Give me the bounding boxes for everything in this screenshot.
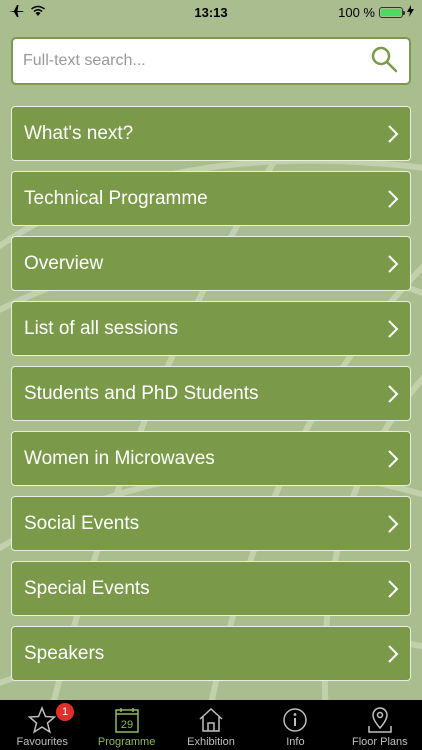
charging-bolt-icon (407, 4, 414, 20)
tab-label: Exhibition (187, 736, 235, 748)
menu-item-label: Students and PhD Students (24, 382, 259, 404)
tab-exhibition[interactable]: Exhibition (169, 700, 253, 750)
battery-cap (403, 10, 405, 15)
favourites-badge: 1 (56, 703, 74, 721)
chevron-right-icon (386, 579, 400, 599)
menu-item-label: Speakers (24, 642, 105, 664)
status-right: 100 % (294, 4, 414, 20)
status-time: 13:13 (194, 4, 228, 20)
menu-item-label: Special Events (24, 577, 150, 599)
airplane-icon (8, 4, 24, 21)
calendar-day: 29 (120, 719, 132, 731)
info-icon (281, 704, 309, 736)
menu-item-label: Overview (24, 252, 104, 274)
menu-item[interactable]: Social Events (11, 496, 411, 551)
status-bar: 13:13 100 % (0, 0, 422, 24)
menu-item[interactable]: Students and PhD Students (11, 366, 411, 421)
tab-label: Programme (97, 736, 156, 748)
tab-bar: 1 Favourites 29 Programme Exhibition Inf… (0, 700, 422, 750)
chevron-right-icon (386, 384, 400, 404)
calendar-icon: 29 (114, 704, 140, 736)
chevron-right-icon (386, 644, 400, 664)
menu-item[interactable]: Special Events (11, 561, 411, 616)
menu-item-label: Social Events (24, 512, 140, 534)
wifi-icon (30, 5, 46, 20)
search-button[interactable] (369, 46, 399, 76)
menu-item-label: Technical Programme (24, 187, 208, 209)
menu-item-label: Women in Microwaves (24, 447, 215, 469)
menu-item[interactable]: List of all sessions (11, 301, 411, 356)
menu-item-label: What's next? (24, 122, 134, 144)
tab-label: Floor Plans (352, 736, 408, 748)
battery-percent: 100 % (338, 4, 375, 20)
menu-item[interactable]: Speakers (11, 626, 411, 681)
chevron-right-icon (386, 124, 400, 144)
menu-item[interactable]: Women in Microwaves (11, 431, 411, 486)
chevron-right-icon (386, 189, 400, 209)
house-icon (197, 704, 225, 736)
search-input[interactable] (23, 52, 369, 70)
battery-fill (381, 8, 401, 16)
chevron-right-icon (386, 254, 400, 274)
chevron-right-icon (386, 514, 400, 534)
chevron-right-icon (386, 319, 400, 339)
tab-programme[interactable]: 29 Programme (84, 700, 168, 750)
menu-item-label: List of all sessions (24, 317, 179, 339)
tab-floor-plans[interactable]: Floor Plans (338, 700, 422, 750)
search-icon (370, 45, 398, 78)
battery-icon (379, 6, 405, 18)
search-box (11, 37, 411, 85)
menu-item[interactable]: What's next? (11, 106, 411, 161)
tab-info[interactable]: Info (253, 700, 337, 750)
menu-item[interactable]: Technical Programme (11, 171, 411, 226)
programme-menu: What's next? Technical Programme Overview L… (11, 106, 411, 691)
tab-label: Favourites (16, 736, 68, 748)
tab-label: Info (286, 736, 305, 748)
star-icon (28, 704, 57, 736)
map-pin-icon (366, 704, 394, 736)
menu-item[interactable]: Overview (11, 236, 411, 291)
status-left (8, 4, 128, 21)
tab-favourites[interactable]: 1 Favourites (0, 700, 84, 750)
chevron-right-icon (386, 449, 400, 469)
